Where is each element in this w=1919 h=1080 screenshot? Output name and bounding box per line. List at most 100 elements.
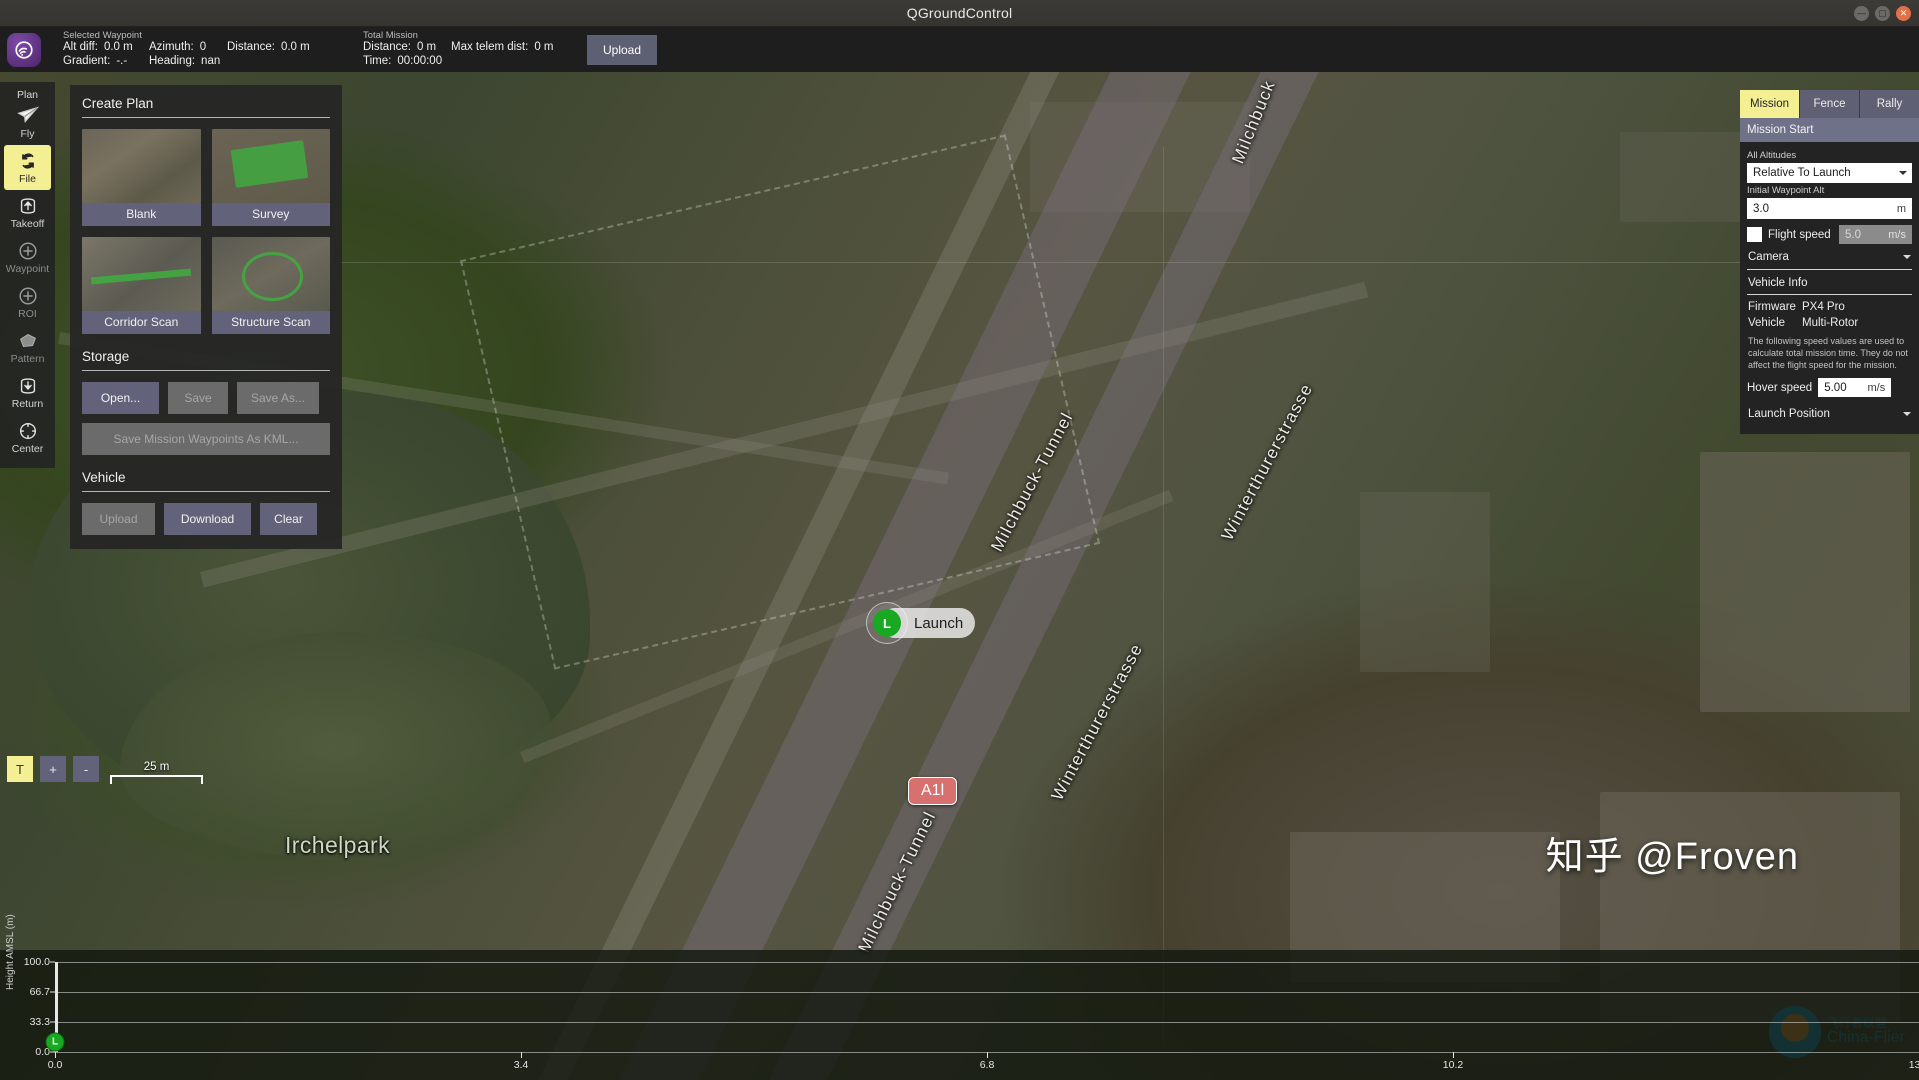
heading-label: Heading: (149, 55, 196, 67)
map-street-label: Winterthurerstrasse (1217, 380, 1317, 544)
hover-speed-unit: m/s (1867, 381, 1886, 394)
chart-x-tick-mark (521, 1052, 522, 1058)
toolstrip-item-roi[interactable]: ROI (4, 280, 51, 325)
chart-x-tick-label: 6.8 (979, 1059, 995, 1071)
initial-waypoint-alt-value: 3.0 (1753, 202, 1769, 215)
open-button[interactable]: Open... (82, 382, 159, 414)
chart-y-tick-mark (50, 961, 55, 963)
mission-distance-value: 0 m (416, 41, 437, 53)
plan-card-structure-scan[interactable]: Structure Scan (211, 237, 330, 334)
qgc-logo-icon[interactable] (7, 32, 41, 67)
vehicle-clear-button[interactable]: Clear (260, 503, 317, 535)
elevation-profile-chart: Height AMSL (m) 0.0 33.3 66.7 100.0 0.0 3.4 6… (0, 914, 1919, 1080)
map-zoom-out-button[interactable]: - (73, 756, 99, 782)
save-button[interactable]: Save (168, 382, 228, 414)
all-altitudes-value: Relative To Launch (1753, 167, 1851, 179)
plan-card-survey[interactable]: Survey (211, 129, 330, 226)
chart-gridline (55, 962, 1919, 963)
total-mission-heading: Total Mission (363, 30, 418, 41)
plan-card-corridor-scan[interactable]: Corridor Scan (82, 237, 201, 334)
tab-rally[interactable]: Rally (1860, 90, 1919, 118)
map-scale-bar: 25 m (110, 761, 203, 784)
create-plan-card-grid: Blank Survey Corridor Scan Structure Sca… (82, 129, 330, 334)
save-as-button[interactable]: Save As... (237, 382, 319, 414)
hover-speed-label: Hover speed (1747, 381, 1813, 394)
vehicle-type-value: Multi-Rotor (1802, 317, 1859, 329)
flight-speed-input[interactable]: 5.0 m/s (1839, 225, 1912, 244)
toolstrip-item-pattern[interactable]: Pattern (4, 325, 51, 370)
toolstrip-label-center: Center (11, 443, 44, 455)
toolstrip-label-file: File (19, 173, 36, 185)
chart-home-marker: L (45, 1032, 65, 1052)
tab-fence[interactable]: Fence (1800, 90, 1860, 118)
hover-speed-row: Hover speed 5.00 m/s (1747, 376, 1912, 397)
hover-speed-value: 5.00 (1824, 381, 1847, 394)
chevron-down-icon (1903, 412, 1911, 416)
selected-waypoint-heading: Selected Waypoint (63, 30, 142, 41)
window-controls: — ▢ ✕ (1854, 6, 1911, 21)
toolstrip-item-waypoint[interactable]: Waypoint (4, 235, 51, 280)
map-mission-boundary (459, 134, 1101, 670)
mission-start-header[interactable]: Mission Start (1740, 118, 1919, 142)
upload-button[interactable]: Upload (587, 34, 658, 65)
mission-distance-stat: Distance: 0 m (363, 41, 451, 53)
launch-position-section-header[interactable]: Launch Position (1747, 401, 1912, 426)
chart-y-tick-mark (50, 991, 55, 993)
window-title: QGroundControl (906, 5, 1013, 21)
map-zoom-in-button[interactable]: + (40, 756, 66, 782)
firmware-label: Firmware (1748, 301, 1796, 313)
map-crosshair-horizontal (340, 262, 1900, 263)
plus-circle-icon (17, 283, 39, 308)
toolstrip-item-return[interactable]: Return (4, 370, 51, 415)
divider (82, 491, 330, 492)
map-terrain-toggle-button[interactable]: T (7, 756, 33, 782)
close-button[interactable]: ✕ (1896, 6, 1911, 21)
maximize-button[interactable]: ▢ (1875, 6, 1890, 21)
gradient-value: -.- (116, 55, 128, 67)
all-altitudes-select[interactable]: Relative To Launch (1747, 163, 1912, 183)
return-icon (17, 373, 39, 398)
camera-label: Camera (1748, 251, 1789, 263)
heading-stat: Heading: nan (149, 55, 227, 67)
plan-card-blank[interactable]: Blank (82, 129, 201, 226)
launch-badge: L (873, 609, 901, 637)
mission-editor-panel: Mission Fence Rally Mission Start All Al… (1740, 90, 1919, 434)
qgc-app: QGroundControl — ▢ ✕ Selected Waypoint A… (0, 0, 1919, 1080)
gradient-label: Gradient: (63, 55, 111, 67)
vehicle-upload-button[interactable]: Upload (82, 503, 155, 535)
toolstrip-label-waypoint: Waypoint (5, 263, 50, 275)
vehicle-download-button[interactable]: Download (164, 503, 251, 535)
camera-section-header[interactable]: Camera (1747, 244, 1912, 270)
toolstrip-item-takeoff[interactable]: Takeoff (4, 190, 51, 235)
tab-mission[interactable]: Mission (1740, 90, 1800, 118)
toolstrip-item-file[interactable]: File (4, 145, 51, 190)
pattern-icon (17, 328, 39, 353)
hover-speed-input[interactable]: 5.00 m/s (1818, 378, 1892, 397)
divider (82, 370, 330, 371)
max-telem-dist-label: Max telem dist: (451, 41, 529, 53)
save-mission-waypoints-kml-button[interactable]: Save Mission Waypoints As KML... (82, 423, 330, 455)
map-scale-label: 25 m (143, 761, 170, 773)
toolstrip-item-fly[interactable]: Fly (4, 100, 51, 145)
chart-y-tick-label: 33.3 (29, 1016, 50, 1029)
mission-distance-label: Distance: (363, 41, 411, 53)
plan-card-label: Corridor Scan (82, 311, 201, 334)
vehicle-type-label: Vehicle (1748, 317, 1786, 329)
minimize-button[interactable]: — (1854, 6, 1869, 21)
flight-speed-checkbox[interactable] (1747, 227, 1762, 242)
top-toolbar: Selected Waypoint Alt diff: 0.0 m Azimut… (0, 27, 1919, 72)
plan-card-label: Blank (82, 203, 201, 226)
launch-position-label: Launch Position (1748, 408, 1830, 420)
map-street-label: Winterthurerstrasse (1047, 640, 1147, 804)
max-telem-dist-value: 0 m (534, 41, 554, 53)
window-titlebar: QGroundControl — ▢ ✕ (0, 0, 1919, 27)
chevron-down-icon (1899, 171, 1907, 175)
chart-x-tick-label: 0.0 (47, 1059, 63, 1071)
firmware-value: PX4 Pro (1802, 301, 1845, 313)
toolstrip-label-roi: ROI (18, 308, 37, 320)
initial-waypoint-alt-input[interactable]: 3.0 m (1747, 198, 1912, 219)
toolstrip-item-center[interactable]: Center (4, 415, 51, 460)
toolstrip-label-return: Return (11, 398, 44, 410)
toolstrip-label-takeoff: Takeoff (10, 218, 45, 230)
map-building (1360, 492, 1490, 672)
